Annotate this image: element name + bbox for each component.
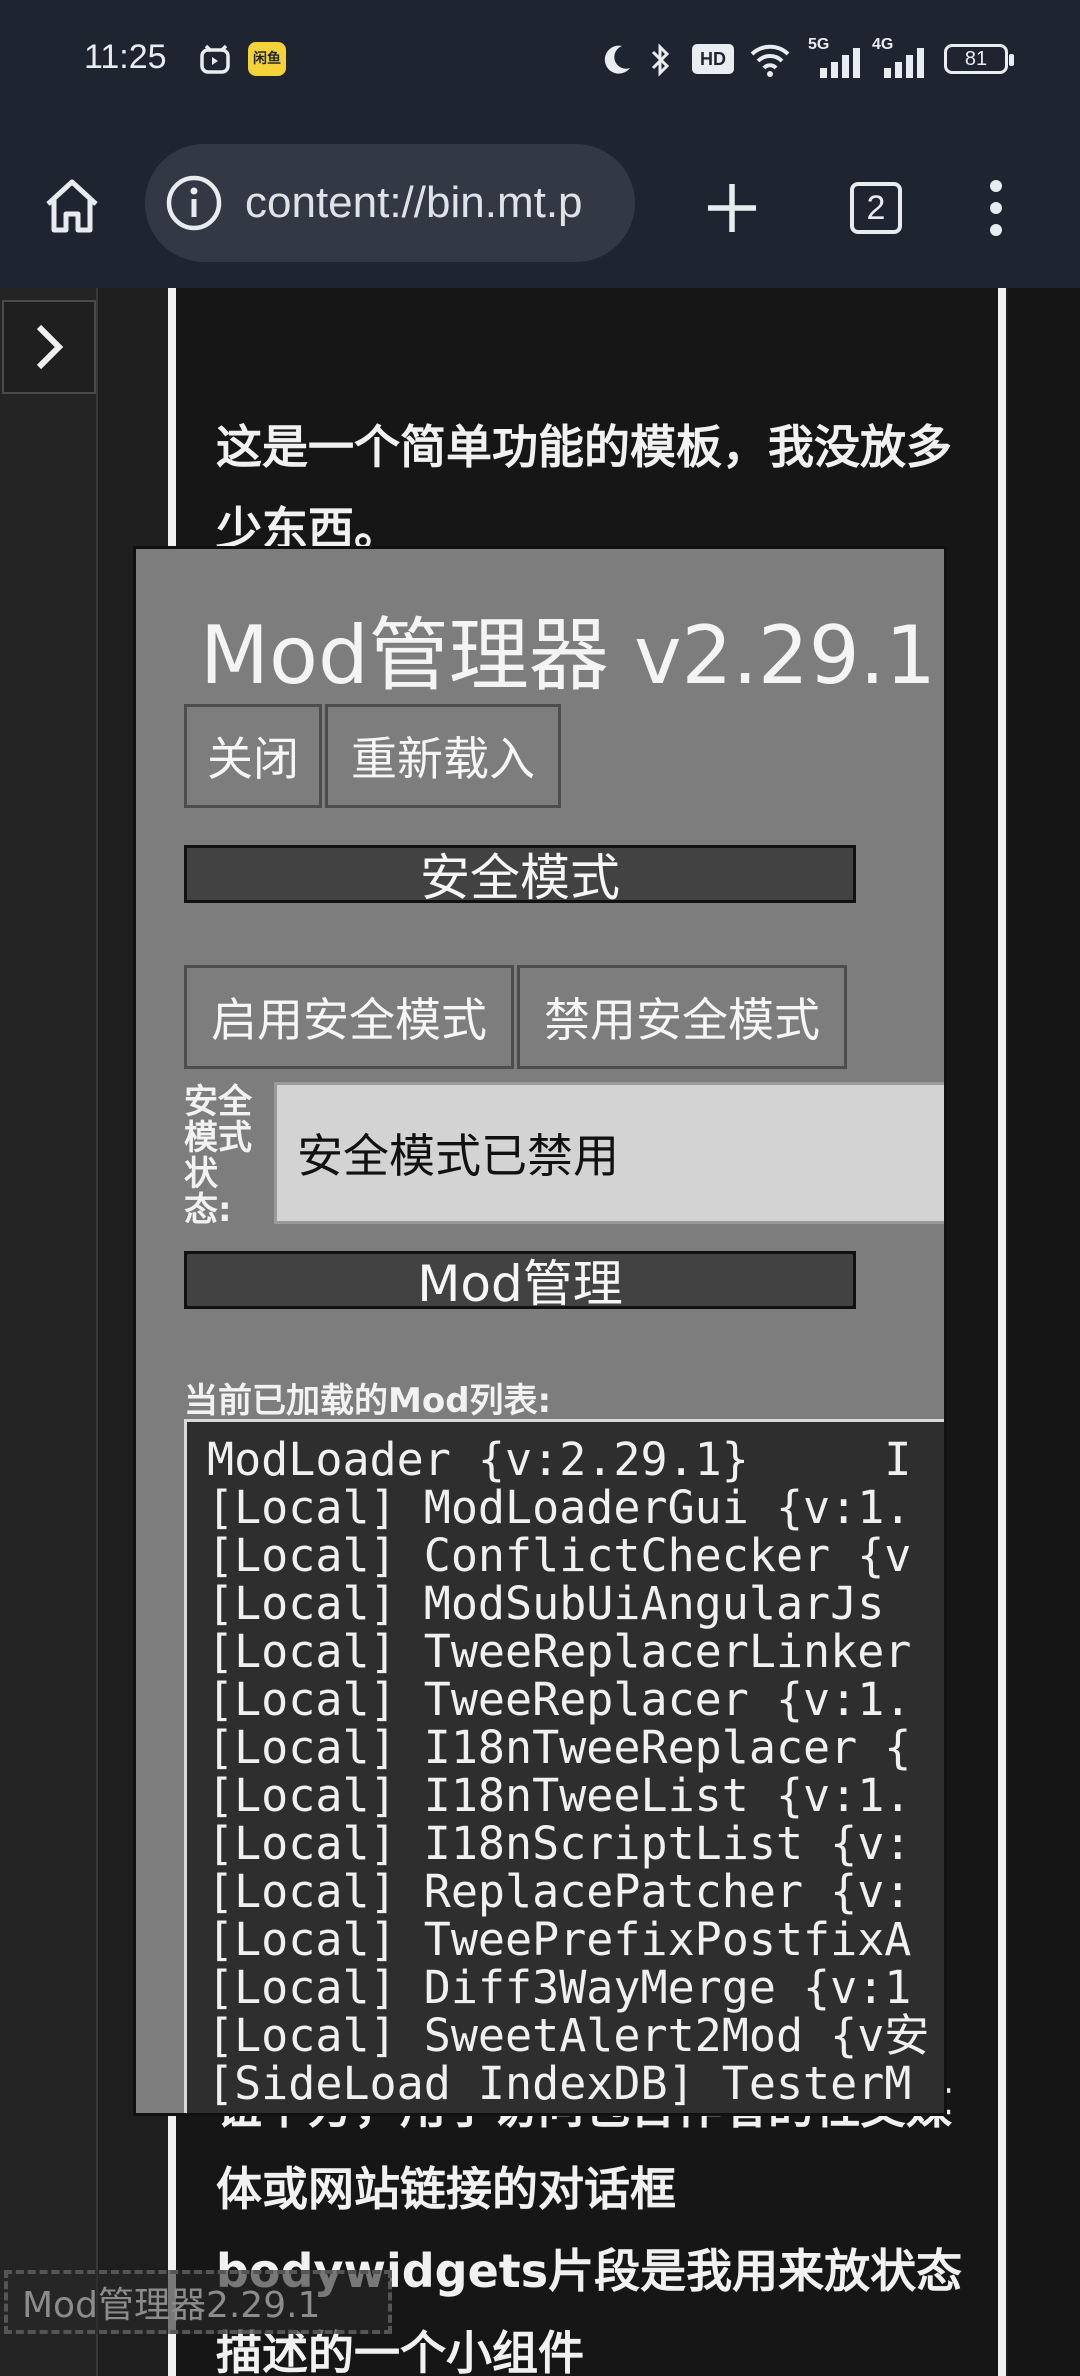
alarm-icon — [200, 44, 230, 74]
list-item: [Local] Diff3WayMerge {v:1 — [207, 1961, 912, 2014]
mod-manager-dialog: Mod管理器 v2.29.1 关闭 重新载入 安全模式 启用安全模式 禁用安全模… — [133, 546, 947, 2116]
menu-button[interactable] — [956, 168, 1036, 248]
list-item: [Local] ConflictChecker {v — [207, 1529, 912, 1582]
sidebar-toggle-button[interactable] — [2, 300, 96, 394]
url-bar[interactable]: content://bin.mt.p — [145, 144, 635, 262]
list-item: [Local] TweeReplacerLinker — [207, 1625, 912, 1678]
list-item: [Local] I18nTweeReplacer { — [207, 1721, 912, 1774]
list-item: [Local] I18nScriptList {v: — [207, 1817, 912, 1870]
right-margin — [1008, 288, 1080, 2376]
reload-button[interactable]: 重新载入 — [325, 704, 561, 808]
loaded-mods-label: 当前已加载的Mod列表: — [184, 1381, 552, 1421]
list-item: [Local] ModLoaderGui {v:1. — [207, 1481, 912, 1534]
enable-safe-mode-button[interactable]: 启用安全模式 — [184, 965, 514, 1069]
info-icon[interactable] — [165, 174, 223, 232]
mod-manager-launcher-button[interactable]: Mod管理器2.29.1 — [4, 2270, 392, 2334]
home-icon — [46, 179, 98, 233]
status-time: 11:25 — [84, 38, 167, 76]
mod-management-section-header: Mod管理 — [184, 1251, 856, 1313]
list-item: ModLoader {v:2.29.1} I — [207, 1433, 912, 1486]
home-button[interactable] — [34, 168, 110, 244]
list-item: [Local] ReplacePatcher {v: — [207, 1865, 912, 1918]
5g-signal-icon: 5G — [808, 36, 868, 80]
list-item: [Local] TweeReplacer {v:1. — [207, 1673, 912, 1726]
app-badge-icon: 闲鱼 — [248, 42, 286, 76]
list-item: [SideLoad IndexDB] TesterM — [207, 2057, 912, 2110]
tab-switcher-button[interactable]: 2 — [836, 168, 916, 248]
list-item: [Local] TweePrefixPostfixA — [207, 1913, 912, 1966]
disable-safe-mode-button[interactable]: 禁用安全模式 — [517, 965, 847, 1069]
loaded-mods-list[interactable]: ModLoader {v:2.29.1} I [Local] ModLoader… — [184, 1419, 944, 2113]
safe-mode-section-header: 安全模式 — [184, 845, 856, 907]
screen: 11:25 闲鱼 HD 5G 4G 81 content://bin.mt.p … — [0, 0, 1080, 2376]
close-button[interactable]: 关闭 — [184, 704, 322, 808]
hd-icon: HD — [692, 44, 734, 74]
browser-toolbar: content://bin.mt.p 2 — [0, 120, 1080, 288]
plus-icon — [708, 184, 756, 232]
dialog-title: Mod管理器 v2.29.1 — [200, 609, 936, 702]
new-tab-button[interactable] — [692, 168, 772, 248]
moon-icon — [604, 45, 630, 74]
game-sidebar — [0, 288, 98, 2376]
4g-signal-icon: 4G — [872, 36, 932, 80]
battery-icon: 81 — [944, 44, 1014, 74]
safe-mode-status-field: 安全模式已禁用 — [274, 1082, 944, 1224]
wifi-icon — [750, 44, 790, 77]
safe-mode-status-label: 安全模式状态: — [184, 1082, 252, 1230]
more-vertical-icon — [990, 180, 1002, 236]
tab-count: 2 — [850, 182, 902, 234]
list-item: [Local] I18nTweeList {v:1. — [207, 1769, 912, 1822]
list-item: [Local] SweetAlert2Mod {v安 — [207, 2009, 930, 2062]
chevron-right-icon — [36, 324, 64, 370]
url-text: content://bin.mt.p — [245, 178, 583, 227]
status-bar: 11:25 闲鱼 HD 5G 4G 81 — [0, 0, 1080, 120]
list-item: [Local] ModSubUiAngularJs — [207, 1577, 912, 1630]
bluetooth-icon — [651, 43, 670, 77]
